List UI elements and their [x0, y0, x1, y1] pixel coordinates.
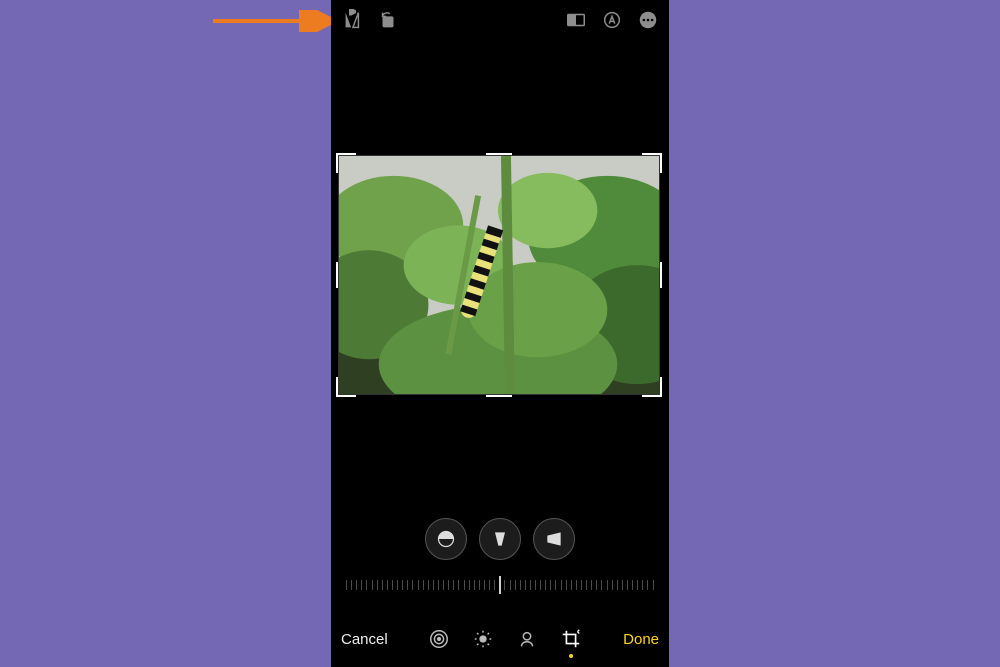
crop-handle-bottom[interactable] — [486, 395, 512, 397]
more-button[interactable] — [637, 9, 659, 31]
markup-button[interactable] — [601, 9, 623, 31]
adjust-tab[interactable] — [428, 628, 450, 650]
callout-arrow — [213, 10, 343, 32]
perspective-vertical-button[interactable] — [479, 518, 521, 560]
aspect-ratio-button[interactable] — [565, 9, 587, 31]
crop-handle-tr[interactable] — [642, 153, 662, 173]
crop-handle-bl[interactable] — [336, 377, 356, 397]
rotate-button[interactable] — [377, 9, 399, 31]
crop-tab[interactable] — [560, 628, 582, 650]
editor-mode-tabs — [428, 628, 582, 650]
angle-slider[interactable] — [346, 572, 654, 602]
portrait-light-tab[interactable] — [516, 628, 538, 650]
flip-horizontal-button[interactable] — [341, 9, 363, 31]
editor-bottom-bar: Cancel — [331, 621, 669, 657]
crop-handle-left[interactable] — [336, 262, 338, 288]
cancel-button[interactable]: Cancel — [341, 631, 388, 648]
tutorial-canvas: Cancel — [0, 0, 1000, 667]
crop-stage[interactable] — [338, 155, 660, 395]
photo-preview — [338, 155, 660, 395]
done-button[interactable]: Done — [623, 631, 659, 648]
filters-tab[interactable] — [472, 628, 494, 650]
perspective-horizontal-button[interactable] — [533, 518, 575, 560]
angle-center-marker — [499, 576, 501, 594]
straighten-button[interactable] — [425, 518, 467, 560]
perspective-controls — [331, 518, 669, 560]
crop-handle-right[interactable] — [660, 262, 662, 288]
crop-handle-top[interactable] — [486, 153, 512, 155]
crop-handle-tl[interactable] — [336, 153, 356, 173]
crop-handle-br[interactable] — [642, 377, 662, 397]
editor-top-bar — [331, 0, 669, 40]
